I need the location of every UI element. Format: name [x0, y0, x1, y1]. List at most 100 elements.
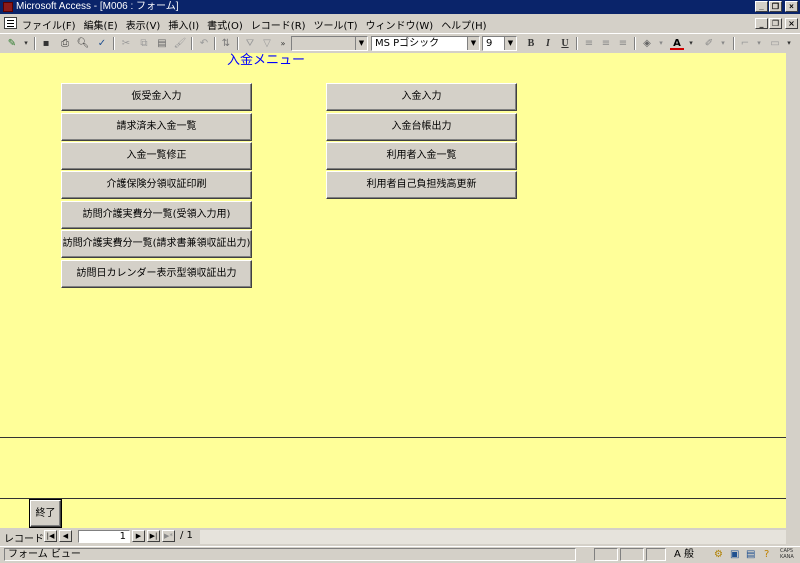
print-icon[interactable]: ⎙	[58, 37, 72, 50]
close-button[interactable]: ×	[785, 1, 798, 12]
status-bar: フォーム ビュー A 般 ⚙ ▣ ▤ ? CAPS KANA	[0, 546, 800, 563]
title-bar: Microsoft Access - [M006 : フォーム] _ ❐ ×	[0, 0, 800, 14]
undo-icon: ↶	[199, 38, 209, 49]
copy-icon: ⧉	[140, 38, 148, 49]
window-title: Microsoft Access - [M006 : フォーム]	[16, 1, 179, 12]
toolbar-overflow-icon[interactable]: »	[276, 37, 290, 50]
previous-record-button[interactable]: ◀	[59, 530, 72, 542]
vertical-scroll-gutter	[786, 53, 800, 528]
doc-restore-button[interactable]: ❐	[769, 18, 782, 29]
form-document-icon[interactable]	[4, 17, 17, 29]
document-window-controls: _ ❐ ×	[755, 18, 798, 29]
toolbar-separator	[191, 37, 193, 50]
font-name-select[interactable]: MS Pゴシック ▼	[371, 36, 480, 51]
menu-file[interactable]: ファイル(F)	[22, 17, 76, 32]
format-painter-icon: 🖌︎	[173, 38, 187, 49]
filter-by-selection-icon: ⛛	[245, 38, 255, 49]
print-preview-icon[interactable]: 🔍︎	[76, 37, 90, 50]
view-icon[interactable]: ✎	[5, 37, 19, 50]
home-care-expense-list-entry-button[interactable]: 訪問介護実費分一覧(受領入力用)	[61, 201, 252, 229]
caps-kana-indicator: CAPS KANA	[780, 548, 794, 560]
font-name-value: MS Pゴシック	[375, 38, 440, 49]
toolbar-separator	[214, 37, 216, 50]
cut-icon: ✂	[121, 38, 131, 49]
font-size-select[interactable]: 9 ▼	[482, 36, 517, 51]
menu-help[interactable]: ヘルプ(H)	[441, 17, 486, 32]
spelling-icon[interactable]: ✓	[95, 37, 109, 50]
special-effect-icon: ▭	[770, 38, 780, 49]
care-insurance-receipt-print-button[interactable]: 介護保険分領収証印刷	[61, 171, 252, 199]
last-record-button[interactable]: ▶|	[147, 530, 160, 542]
first-record-button[interactable]: |◀	[44, 530, 57, 542]
home-care-expense-list-invoice-button[interactable]: 訪問介護実費分一覧(請求書兼領収証出力)	[61, 230, 252, 258]
formatting-toolbar: ✎ ▾ ▪ ⎙ 🔍︎ ✓ ✂ ⧉ ▤ 🖌︎ ↶ ⇅ ⛛ ▽ » ▼ MS Pゴシ…	[0, 33, 800, 54]
current-record-field[interactable]: 1	[78, 530, 130, 543]
menu-format[interactable]: 書式(O)	[207, 17, 243, 32]
menu-tools[interactable]: ツール(T)	[314, 17, 358, 32]
line-color-dropdown-icon: ▾	[721, 39, 725, 47]
horizontal-scroll-gutter	[200, 530, 786, 544]
record-total: / 1	[180, 530, 193, 541]
ime-tool-icon[interactable]: ⚙	[714, 547, 723, 562]
payment-entry-button[interactable]: 入金入力	[326, 83, 517, 111]
save-icon[interactable]: ▪	[39, 37, 53, 50]
minimize-button[interactable]: _	[755, 1, 768, 12]
border-width-dropdown-icon: ▾	[757, 39, 761, 47]
menu-items: ファイル(F) 編集(E) 表示(V) 挿入(I) 書式(O) レコード(R) …	[22, 17, 487, 32]
toolbar-separator	[34, 37, 36, 50]
fill-color-icon[interactable]: ◈	[640, 37, 654, 50]
italic-button[interactable]: I	[541, 37, 555, 50]
payment-ledger-output-button[interactable]: 入金台帳出力	[326, 113, 517, 141]
border-width-icon: ⌐	[740, 38, 750, 49]
underline-button[interactable]: U	[558, 37, 572, 50]
status-panel	[594, 548, 618, 561]
next-record-button[interactable]: ▶	[132, 530, 145, 542]
chevron-down-icon[interactable]: ▼	[504, 37, 516, 50]
menu-view[interactable]: 表示(V)	[126, 17, 161, 32]
footer-divider	[0, 498, 786, 499]
filter-icon: ▽	[263, 38, 271, 49]
sort-icon[interactable]: ⇅	[219, 37, 233, 50]
doc-minimize-button[interactable]: _	[755, 18, 768, 29]
visit-calendar-receipt-button[interactable]: 訪問日カレンダー表示型領収証出力	[61, 260, 252, 288]
align-left-icon: ≡	[584, 38, 594, 49]
chevron-down-icon[interactable]: ▼	[467, 37, 479, 50]
provisional-receipt-entry-button[interactable]: 仮受金入力	[61, 83, 252, 111]
toolbar-separator	[113, 37, 115, 50]
font-color-icon[interactable]: A	[670, 37, 684, 50]
new-record-button[interactable]: ▶*	[162, 530, 175, 542]
menu-insert[interactable]: 挿入(I)	[168, 17, 199, 32]
view-dropdown-icon[interactable]: ▾	[19, 37, 33, 50]
page-title: 入金メニュー	[227, 53, 306, 68]
menu-window[interactable]: ウィンドウ(W)	[365, 17, 433, 32]
bold-button[interactable]: B	[524, 37, 538, 50]
object-combo: ▼	[291, 36, 368, 51]
window-controls: _ ❐ ×	[755, 1, 798, 12]
status-text: フォーム ビュー	[4, 548, 576, 561]
menu-edit[interactable]: 編集(E)	[84, 17, 118, 32]
ime-dictionary-icon[interactable]: ▣	[730, 547, 739, 562]
payment-list-edit-button[interactable]: 入金一覧修正	[61, 142, 252, 170]
billed-unpaid-list-button[interactable]: 請求済未入金一覧	[61, 113, 252, 141]
ime-help-icon[interactable]: ?	[764, 547, 769, 562]
status-panel	[620, 548, 644, 561]
section-divider	[0, 437, 786, 438]
font-size-value: 9	[486, 38, 493, 49]
user-copay-balance-update-button[interactable]: 利用者自己負担残高更新	[326, 171, 517, 199]
status-panel	[646, 548, 666, 561]
align-right-icon: ≡	[618, 38, 628, 49]
toolbar-separator	[733, 37, 735, 50]
user-payment-list-button[interactable]: 利用者入金一覧	[326, 142, 517, 170]
restore-button[interactable]: ❐	[769, 1, 782, 12]
special-effect-dropdown-icon[interactable]: ▾	[782, 37, 796, 50]
fill-color-dropdown-icon[interactable]: ▾	[654, 37, 668, 50]
paste-icon[interactable]: ▤	[155, 37, 169, 50]
doc-close-button[interactable]: ×	[785, 18, 798, 29]
menu-bar: ファイル(F) 編集(E) 表示(V) 挿入(I) 書式(O) レコード(R) …	[0, 15, 800, 32]
align-center-icon: ≡	[601, 38, 611, 49]
ime-pad-icon[interactable]: ▤	[746, 547, 755, 562]
ime-mode-indicator[interactable]: A 般	[674, 547, 694, 562]
menu-records[interactable]: レコード(R)	[251, 17, 306, 32]
font-color-dropdown-icon[interactable]: ▾	[684, 37, 698, 50]
exit-button[interactable]: 終了	[30, 500, 61, 527]
